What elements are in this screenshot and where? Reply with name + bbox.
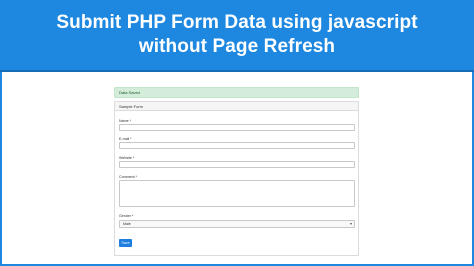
save-button[interactable]: Save: [119, 239, 132, 247]
gender-selected-value: Male: [123, 222, 131, 226]
website-input[interactable]: [119, 161, 355, 168]
name-input[interactable]: [119, 124, 355, 131]
email-label: E-mail *: [119, 137, 132, 141]
card-header: Sample Form: [115, 102, 358, 111]
success-alert: Data Saved: [114, 87, 359, 98]
sample-form-card: Sample Form Name * E-mail * Website * Co…: [114, 101, 359, 256]
banner-title-line-2: without Page Refresh: [138, 36, 336, 57]
comment-textarea[interactable]: [119, 180, 355, 207]
comment-label: Comment *: [119, 175, 137, 179]
banner-title-line-1: Submit PHP Form Data using javascript: [56, 12, 418, 33]
chevron-down-icon: ▾: [349, 221, 352, 226]
gender-select[interactable]: Male ▾: [119, 220, 355, 228]
title-banner: Submit PHP Form Data using javascript wi…: [0, 0, 474, 72]
gender-label: Gender *: [119, 214, 134, 218]
website-label: Website *: [119, 156, 135, 160]
email-input[interactable]: [119, 142, 355, 149]
name-label: Name *: [119, 119, 131, 123]
